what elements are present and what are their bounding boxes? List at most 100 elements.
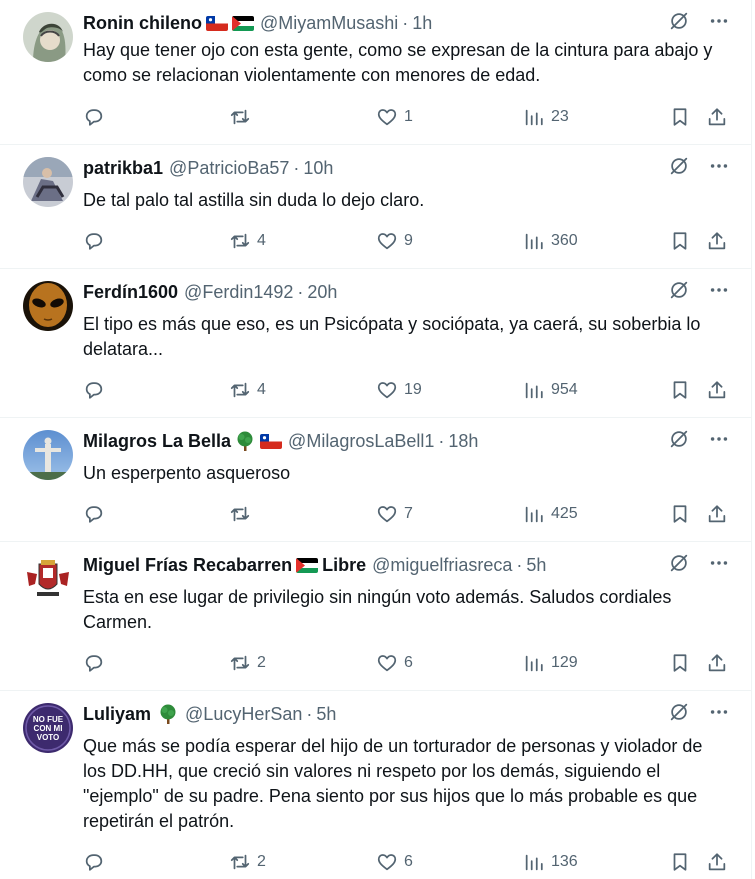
heart-icon — [377, 655, 397, 672]
reply-button[interactable] — [83, 502, 111, 526]
retweet-button[interactable]: 2 — [229, 850, 266, 874]
more-icon[interactable] — [708, 155, 730, 177]
like-button[interactable]: 1 — [376, 105, 413, 129]
grok-icon[interactable] — [668, 10, 690, 32]
views-button[interactable]: 129 — [523, 651, 578, 675]
grok-icon[interactable] — [668, 701, 690, 723]
views-button[interactable]: 136 — [523, 850, 578, 874]
like-count: 6 — [404, 654, 413, 671]
grok-icon[interactable] — [668, 552, 690, 574]
view-count: 425 — [551, 505, 578, 522]
tweet[interactable]: Milagros La Bella @MilagrosLaBell1 · 18h… — [0, 418, 752, 542]
timestamp[interactable]: 10h — [303, 158, 333, 179]
chile-flag-icon — [206, 15, 228, 31]
views-button[interactable]: 954 — [523, 378, 578, 402]
retweet-icon — [230, 854, 250, 870]
reply-icon — [85, 109, 103, 126]
bookmark-button[interactable] — [669, 378, 691, 402]
retweet-icon — [230, 109, 250, 125]
timestamp[interactable]: 18h — [448, 431, 478, 452]
views-icon — [525, 233, 543, 250]
grok-icon[interactable] — [668, 279, 690, 301]
views-button[interactable]: 425 — [523, 502, 578, 526]
user-name[interactable]: Ronin chileno — [83, 13, 202, 34]
grok-icon[interactable] — [668, 428, 690, 450]
share-button[interactable] — [706, 378, 728, 402]
user-name[interactable]: Milagros La Bella — [83, 431, 231, 452]
views-button[interactable]: 23 — [523, 105, 569, 129]
user-handle[interactable]: @MilagrosLaBell1 — [288, 431, 434, 452]
more-icon[interactable] — [708, 279, 730, 301]
reply-button[interactable] — [83, 850, 111, 874]
timestamp[interactable]: 20h — [307, 282, 337, 303]
avatar[interactable]: NO FUE CON MI VOTO — [23, 703, 73, 753]
user-name[interactable]: Luliyam — [83, 704, 151, 725]
retweet-button[interactable] — [229, 105, 257, 129]
bookmark-button[interactable] — [669, 651, 691, 675]
tweet-header: Ronin chileno @MiyamMusashi · 1h — [83, 12, 692, 34]
more-icon[interactable] — [708, 552, 730, 574]
views-button[interactable]: 360 — [523, 229, 578, 253]
timestamp[interactable]: 1h — [412, 13, 432, 34]
reply-button[interactable] — [83, 229, 111, 253]
more-icon[interactable] — [708, 428, 730, 450]
user-name[interactable]: Miguel Frías Recabarren — [83, 555, 292, 576]
tweet[interactable]: patrikba1 @PatricioBa57 · 10h De tal pal… — [0, 145, 752, 269]
reply-icon — [85, 655, 103, 672]
avatar[interactable] — [23, 281, 73, 331]
avatar[interactable] — [23, 157, 73, 207]
avatar[interactable] — [23, 12, 73, 62]
bookmark-button[interactable] — [669, 229, 691, 253]
user-name[interactable]: patrikba1 — [83, 158, 163, 179]
avatar[interactable] — [23, 554, 73, 604]
like-button[interactable]: 19 — [376, 378, 422, 402]
user-name[interactable]: Ferdín1600 — [83, 282, 178, 303]
avatar[interactable] — [23, 430, 73, 480]
share-button[interactable] — [706, 651, 728, 675]
views-icon — [525, 655, 543, 672]
separator-dot: · — [293, 157, 300, 178]
share-button[interactable] — [706, 502, 728, 526]
bookmark-button[interactable] — [669, 105, 691, 129]
bookmark-icon — [673, 232, 687, 250]
tweet-actions: 4 19 954 — [83, 378, 730, 402]
user-handle[interactable]: @MiyamMusashi — [260, 13, 398, 34]
reply-icon — [85, 382, 103, 399]
views-icon — [525, 506, 543, 523]
reply-button[interactable] — [83, 105, 111, 129]
retweet-icon — [230, 506, 250, 522]
separator-dot: · — [438, 430, 445, 451]
reply-button[interactable] — [83, 378, 111, 402]
more-icon[interactable] — [708, 701, 730, 723]
retweet-button[interactable]: 4 — [229, 378, 266, 402]
like-button[interactable]: 6 — [376, 651, 413, 675]
grok-icon[interactable] — [668, 155, 690, 177]
tweet[interactable]: Ferdín1600 @Ferdin1492 · 20h El tipo es … — [0, 269, 752, 418]
user-handle[interactable]: @PatricioBa57 — [169, 158, 289, 179]
tweet[interactable]: Miguel Frías Recabarren Libre @miguelfri… — [0, 542, 752, 691]
retweet-count: 4 — [257, 232, 266, 249]
reply-button[interactable] — [83, 651, 111, 675]
bookmark-button[interactable] — [669, 850, 691, 874]
user-handle[interactable]: @Ferdin1492 — [184, 282, 293, 303]
share-button[interactable] — [706, 105, 728, 129]
timestamp[interactable]: 5h — [526, 555, 546, 576]
like-button[interactable]: 9 — [376, 229, 413, 253]
like-button[interactable]: 6 — [376, 850, 413, 874]
retweet-icon — [230, 382, 250, 398]
more-icon[interactable] — [708, 10, 730, 32]
bookmark-button[interactable] — [669, 502, 691, 526]
timestamp[interactable]: 5h — [316, 704, 336, 725]
retweet-button[interactable]: 2 — [229, 651, 266, 675]
user-handle[interactable]: @LucyHerSan — [185, 704, 302, 725]
retweet-button[interactable] — [229, 502, 257, 526]
retweet-button[interactable]: 4 — [229, 229, 266, 253]
user-handle[interactable]: @miguelfriasreca — [372, 555, 512, 576]
heart-icon — [377, 506, 397, 523]
share-button[interactable] — [706, 850, 728, 874]
like-button[interactable]: 7 — [376, 502, 413, 526]
tweet[interactable]: Ronin chileno @MiyamMusashi · 1h Hay que… — [0, 0, 752, 145]
share-icon — [708, 232, 726, 250]
share-button[interactable] — [706, 229, 728, 253]
tweet[interactable]: NO FUE CON MI VOTO Luliyam @LucyHerSan ·… — [0, 691, 752, 879]
